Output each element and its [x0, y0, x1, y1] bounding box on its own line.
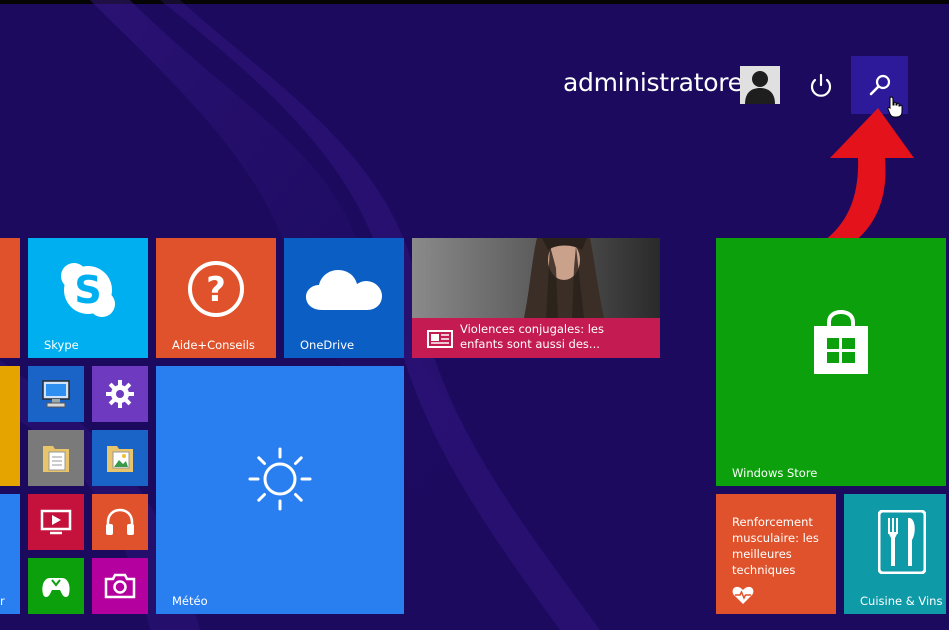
tile-windows-store[interactable]: Windows Store — [716, 238, 946, 486]
tile-games[interactable] — [28, 558, 84, 614]
tile-pictures[interactable] — [92, 430, 148, 486]
tile-news[interactable]: Violences conjugales: les enfants sont a… — [412, 238, 660, 358]
power-button[interactable] — [802, 66, 840, 104]
news-headline: Violences conjugales: les enfants sont a… — [460, 322, 604, 351]
tile-windows-store-label: Windows Store — [732, 466, 818, 480]
fork-knife-icon — [878, 510, 926, 574]
cloud-icon — [306, 270, 382, 310]
headphones-icon — [106, 508, 134, 535]
computer-icon — [42, 380, 70, 408]
tile-onedrive-label: OneDrive — [300, 338, 355, 352]
tile-help[interactable]: ? Aide+Conseils — [156, 238, 276, 358]
tile-health[interactable]: Renforcement musculaire: les meilleures … — [716, 494, 836, 614]
tile-documents[interactable] — [28, 430, 84, 486]
tile-skype-label: Skype — [44, 338, 79, 352]
tile-health-text: Renforcement musculaire: les meilleures … — [732, 515, 819, 577]
skype-icon: S — [61, 263, 115, 317]
partial-tile-left-orange[interactable] — [0, 238, 20, 358]
tile-help-label: Aide+Conseils — [172, 338, 255, 352]
partial-tile-label: r — [0, 594, 5, 608]
user-avatar[interactable] — [740, 66, 780, 104]
newspaper-icon — [427, 330, 453, 348]
tile-this-pc[interactable] — [28, 366, 84, 422]
tile-weather-label: Météo — [172, 594, 208, 608]
svg-text:?: ? — [206, 270, 226, 310]
tile-video[interactable] — [28, 494, 84, 550]
tile-music[interactable] — [92, 494, 148, 550]
documents-folder-icon — [43, 446, 69, 472]
search-button[interactable] — [851, 56, 908, 118]
power-icon — [810, 73, 832, 97]
tile-food-label: Cuisine & Vins — [860, 594, 943, 608]
heart-pulse-icon — [732, 586, 754, 604]
help-question-icon: ? — [188, 261, 244, 317]
tile-camera[interactable] — [92, 558, 148, 614]
tile-onedrive[interactable]: OneDrive — [284, 238, 404, 358]
tile-weather[interactable]: Météo — [156, 366, 404, 614]
gear-icon — [106, 380, 134, 408]
svg-text:S: S — [74, 268, 101, 312]
video-icon — [40, 509, 72, 535]
tile-settings[interactable] — [92, 366, 148, 422]
news-caption: Violences conjugales: les enfants sont a… — [412, 318, 660, 358]
tile-food[interactable]: Cuisine & Vins — [844, 494, 946, 614]
tile-skype[interactable]: S Skype — [28, 238, 148, 358]
partial-tile-left-yellow[interactable] — [0, 366, 20, 486]
user-name[interactable]: administratore — [563, 68, 743, 97]
pictures-folder-icon — [107, 446, 133, 472]
xbox-controller-icon — [42, 578, 70, 597]
news-photo — [412, 238, 660, 318]
avatar-icon — [740, 66, 780, 104]
partial-tile-left-blue[interactable]: r — [0, 494, 20, 614]
store-bag-icon — [814, 310, 868, 374]
camera-icon — [104, 573, 136, 599]
sun-icon — [248, 447, 312, 511]
